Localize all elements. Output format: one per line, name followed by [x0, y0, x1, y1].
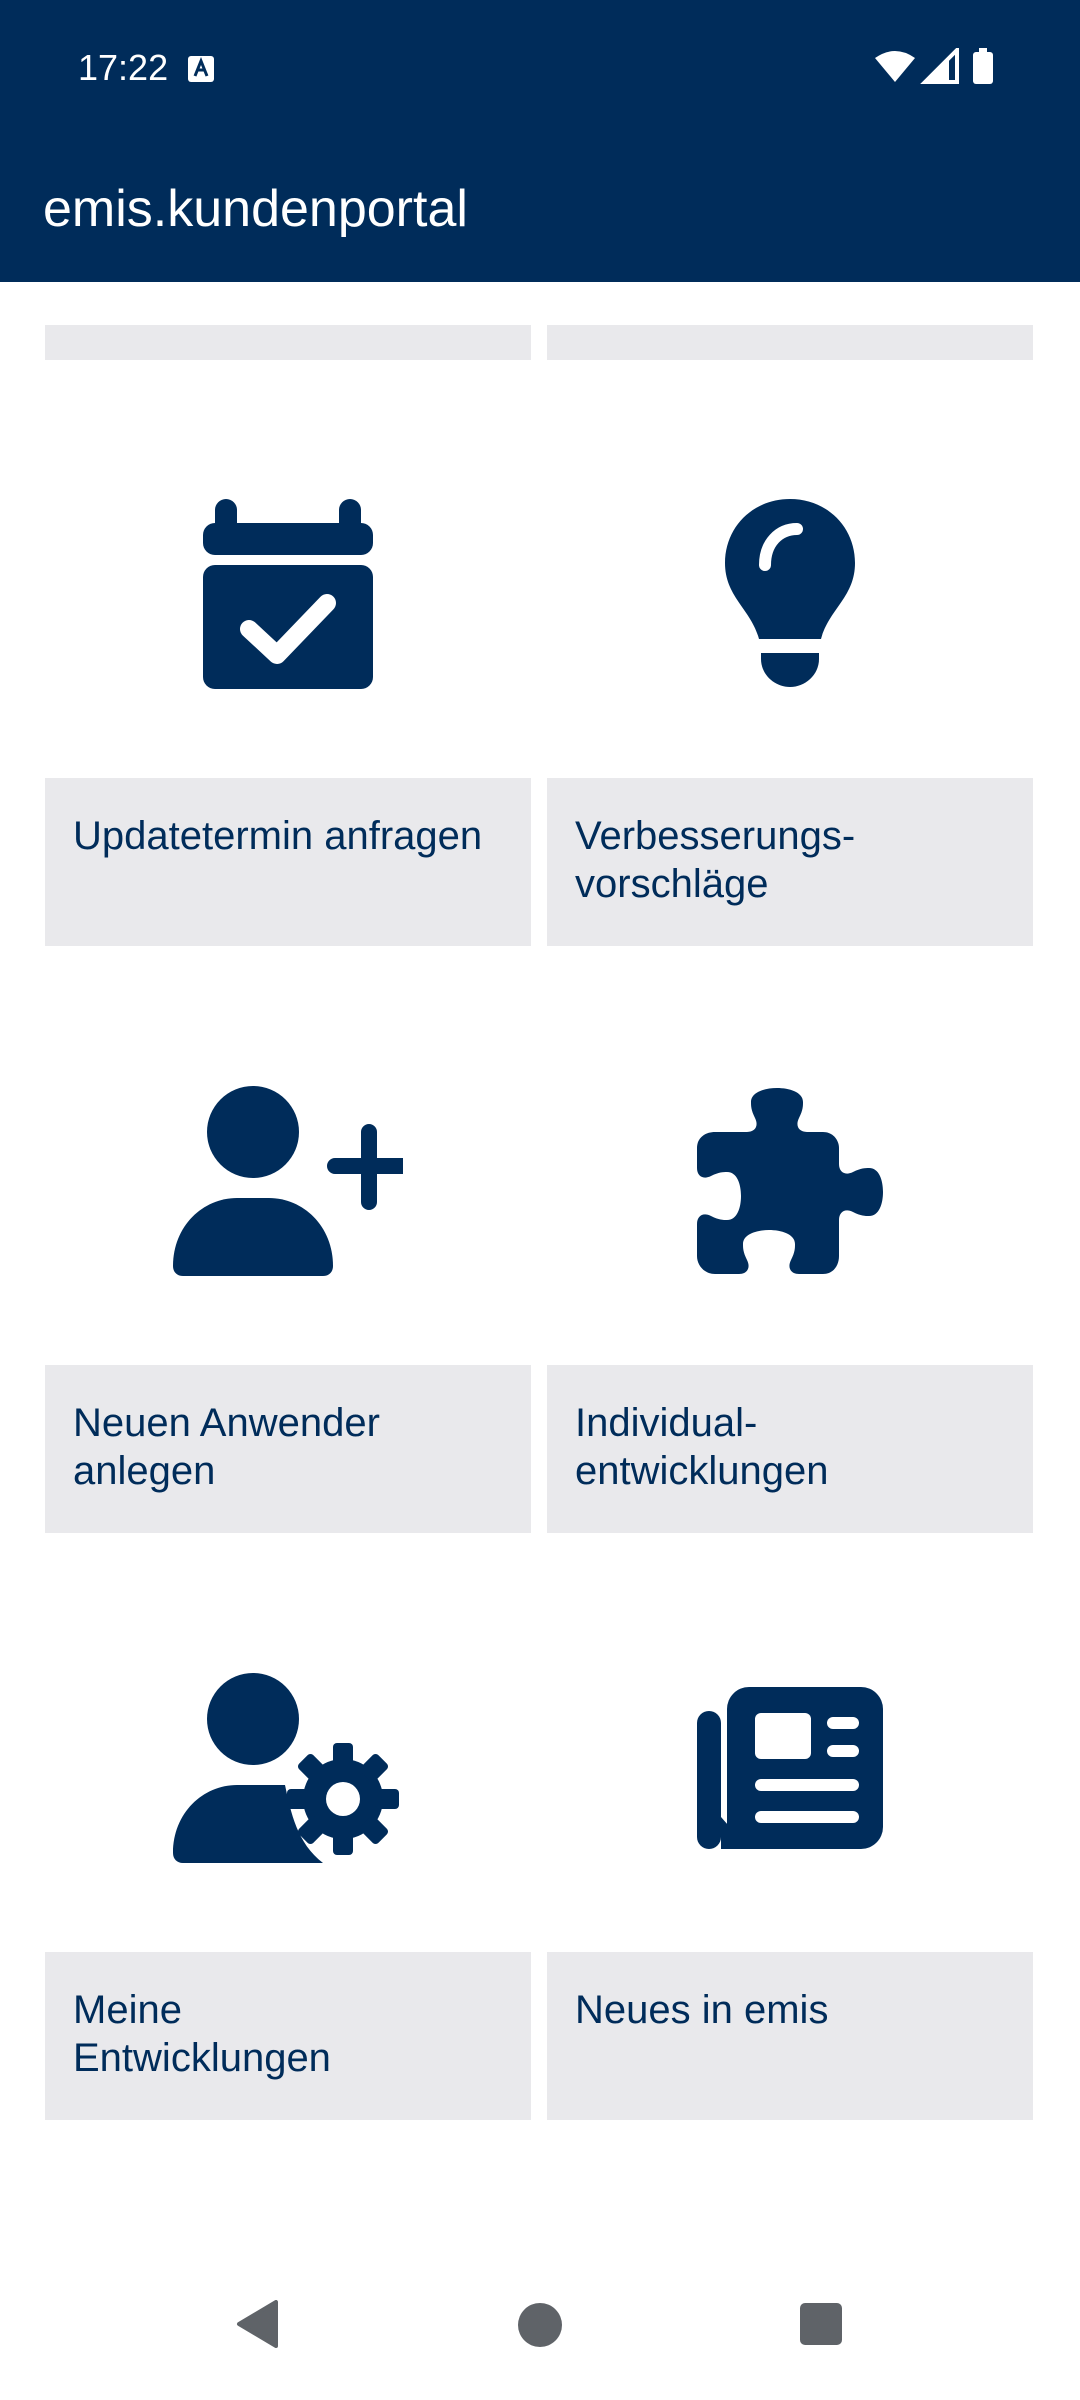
wifi-icon: [875, 51, 915, 82]
newspaper-icon: [547, 1648, 1033, 1888]
partial-tile-right[interactable]: [547, 325, 1033, 360]
back-icon[interactable]: [236, 2300, 278, 2348]
battery-icon: [973, 48, 993, 84]
status-icons: [875, 48, 993, 84]
text-a-icon: [188, 56, 214, 82]
tile-label: Meine Entwicklungen: [45, 1952, 531, 2120]
signal-icon: [920, 48, 959, 84]
status-time: 17:22: [78, 47, 169, 88]
app-bar: emis.kundenportal: [0, 135, 1080, 282]
home-icon[interactable]: [517, 2302, 563, 2348]
tile-label: Neues in emis: [547, 1952, 1033, 2120]
tile-label: Verbesserungs- vorschläge: [547, 778, 1033, 946]
user-gear-icon: [45, 1648, 531, 1888]
navigation-bar: [0, 2270, 1080, 2400]
tile-label: Updatetermin anfragen: [45, 778, 531, 946]
tile-neues-in-emis[interactable]: Neues in emis: [547, 1594, 1033, 2122]
tile-meine-entwicklungen[interactable]: Meine Entwicklungen: [45, 1594, 531, 2122]
status-bar: 17:22: [0, 0, 1080, 135]
tile-neuen-anwender[interactable]: Neuen Anwender anlegen: [45, 1007, 531, 1535]
tile-label: Individual- entwicklungen: [547, 1365, 1033, 1533]
recents-icon[interactable]: [800, 2303, 842, 2345]
user-plus-icon: [45, 1061, 531, 1301]
app-title: emis.kundenportal: [43, 180, 468, 238]
lightbulb-icon: [547, 474, 1033, 714]
puzzle-piece-icon: [547, 1061, 1033, 1301]
tile-label: Neuen Anwender anlegen: [45, 1365, 531, 1533]
tile-verbesserungsvorschlaege[interactable]: Verbesserungs- vorschläge: [547, 420, 1033, 948]
tile-individualentwicklungen[interactable]: Individual- entwicklungen: [547, 1007, 1033, 1535]
partial-tile-left[interactable]: [45, 325, 531, 360]
tile-updatetermin[interactable]: Updatetermin anfragen: [45, 420, 531, 948]
calendar-check-icon: [45, 474, 531, 714]
